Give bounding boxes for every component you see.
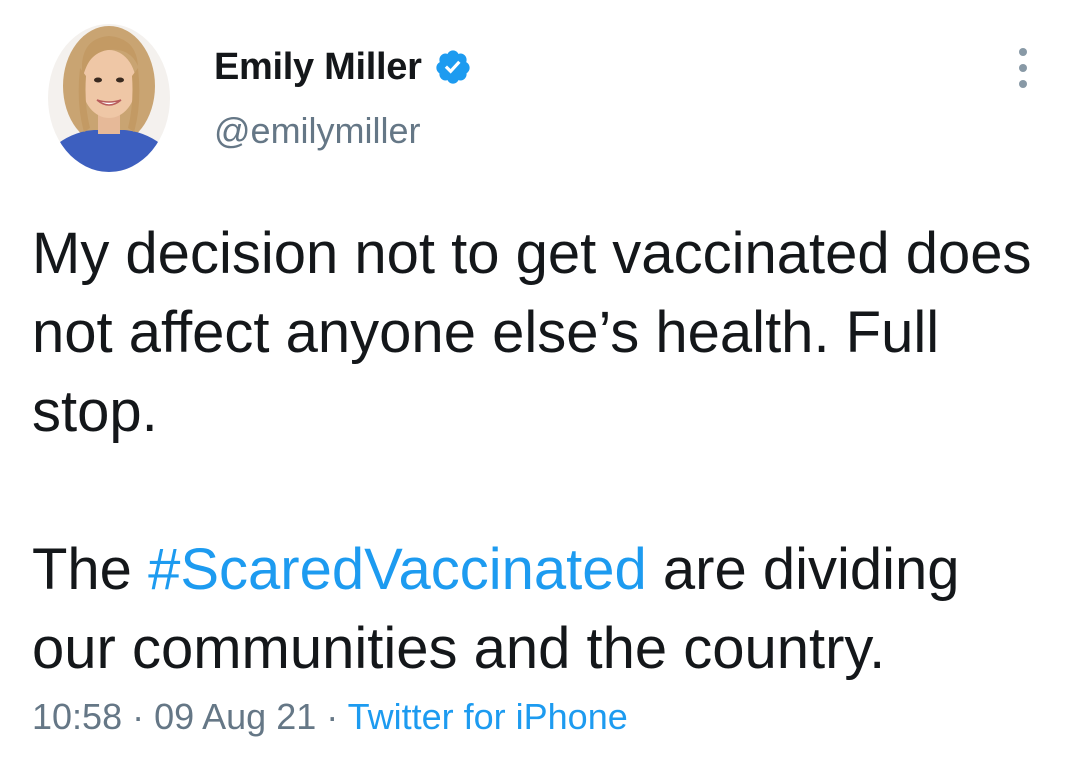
meta-separator: · (122, 696, 155, 737)
hashtag-link[interactable]: #ScaredVaccinated (148, 537, 647, 602)
verified-badge-icon (435, 50, 470, 84)
author-name-row[interactable]: Emily Miller (214, 42, 472, 92)
meta-separator: · (316, 696, 348, 737)
tweet-source-link[interactable]: Twitter for iPhone (348, 696, 628, 737)
tweet-time[interactable]: 10:58 (32, 696, 122, 737)
avatar[interactable] (48, 24, 170, 172)
tweet-paragraph-2: The #ScaredVaccinated are dividing our c… (32, 530, 1052, 688)
more-options-icon[interactable] (1010, 48, 1036, 88)
tweet-date[interactable]: 09 Aug 21 (154, 696, 316, 737)
avatar-image (48, 24, 170, 172)
tweet-paragraph-1: My decision not to get vaccinated does n… (32, 221, 1032, 444)
more-dot (1019, 48, 1027, 56)
tweet-text-before-hashtag: The (32, 537, 149, 602)
tweet-meta: 10:58 · 09 Aug 21 · Twitter for iPhone (32, 696, 628, 738)
tweet-text: My decision not to get vaccinated does n… (32, 214, 1052, 688)
author-display-name[interactable]: Emily Miller (214, 46, 422, 89)
more-dot (1019, 80, 1027, 88)
tweet-card: Emily Miller @emilymiller My decision no… (0, 0, 1078, 776)
author-handle[interactable]: @emilymiller (214, 110, 421, 152)
more-dot (1019, 64, 1027, 72)
